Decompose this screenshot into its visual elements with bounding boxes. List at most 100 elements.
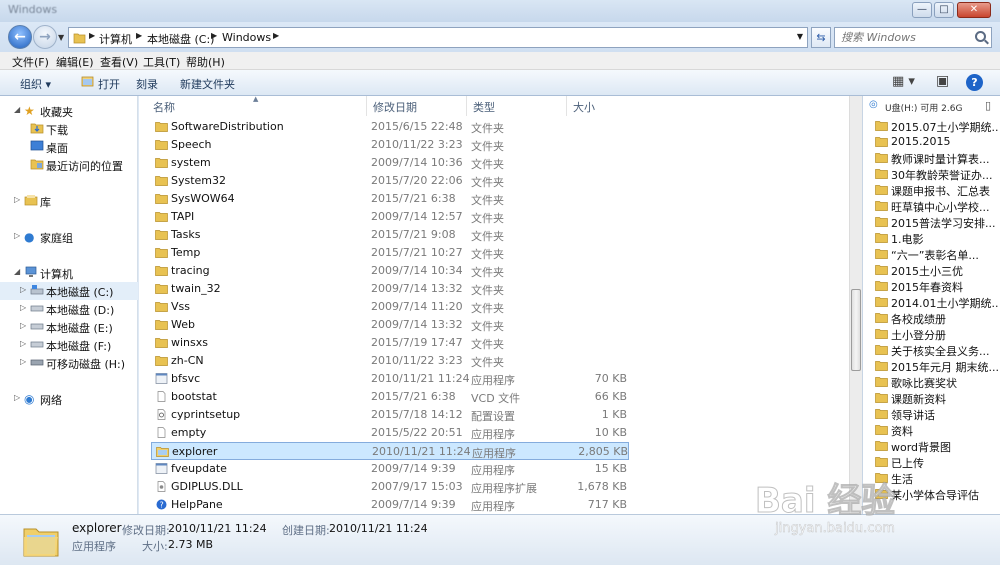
usb-folder-item[interactable]: 2014.01土小学期统... (873, 294, 999, 310)
usb-folder-item[interactable]: 教师课时量计算表... (873, 150, 999, 166)
usb-folder-item[interactable]: 课题新资料 (873, 390, 999, 406)
file-row[interactable]: SoftwareDistribution 2015/6/15 22:48 文件夹 (151, 118, 629, 136)
back-button[interactable]: ← (8, 25, 32, 49)
file-row[interactable]: bfsvc 2010/11/21 11:24 应用程序 70 KB (151, 370, 629, 388)
search-icon[interactable] (975, 31, 986, 42)
usb-folder-item[interactable]: 已上传 (873, 454, 999, 470)
collapse-icon[interactable]: ◢ (14, 267, 20, 276)
nav-drive-e[interactable]: ▷ 本地磁盘 (E:) (0, 318, 138, 336)
usb-folder-item[interactable]: 2015.07土小学期统... (873, 118, 999, 134)
usb-folder-item[interactable]: “六一”表彰名单... (873, 246, 999, 262)
file-row[interactable]: tracing 2009/7/14 10:34 文件夹 (151, 262, 629, 280)
file-row[interactable]: explorer 2010/11/21 11:24 应用程序 2,805 KB (151, 442, 629, 460)
breadcrumb-separator-icon[interactable]: ▶ (211, 31, 217, 40)
file-list-scrollbar[interactable] (849, 96, 862, 514)
file-row[interactable]: TAPI 2009/7/14 12:57 文件夹 (151, 208, 629, 226)
file-row[interactable]: Vss 2009/7/14 11:20 文件夹 (151, 298, 629, 316)
breadcrumb-drive-c[interactable]: 本地磁盘 (C:) (147, 31, 214, 47)
file-row[interactable]: System32 2015/7/20 22:06 文件夹 (151, 172, 629, 190)
nav-item-desktop[interactable]: 桌面 (0, 138, 138, 156)
nav-drive-h[interactable]: ▷ 可移动磁盘 (H:) (0, 354, 138, 372)
usb-folder-item[interactable]: 2015.2015 (873, 134, 999, 150)
file-row[interactable]: system 2009/7/14 10:36 文件夹 (151, 154, 629, 172)
menu-help[interactable]: 帮助(H) (186, 54, 225, 70)
expand-icon[interactable]: ▷ (20, 339, 26, 348)
usb-folder-item[interactable]: 2015普法学习安排... (873, 214, 999, 230)
usb-folder-item[interactable]: 2015土小三优 (873, 262, 999, 278)
expand-icon[interactable]: ▷ (20, 285, 26, 294)
nav-computer[interactable]: ◢ 计算机 (0, 264, 138, 282)
address-bar[interactable]: ▶ 计算机 ▶ 本地磁盘 (C:) ▶ Windows ▶ ▼ (68, 27, 808, 48)
usb-folder-item[interactable]: 领导讲话 (873, 406, 999, 422)
usb-folder-item[interactable]: 30年教龄荣誉证办... (873, 166, 999, 182)
usb-folder-item[interactable]: 土小登分册 (873, 326, 999, 342)
usb-folder-item[interactable]: 歌咏比赛奖状 (873, 374, 999, 390)
nav-item-recent-places[interactable]: 最近访问的位置 (0, 156, 138, 174)
nav-favorites[interactable]: ◢ ★ 收藏夹 (0, 102, 138, 120)
close-button[interactable]: ✕ (957, 2, 991, 18)
nav-homegroup[interactable]: ▷ ● 家庭组 (0, 228, 138, 246)
usb-folder-item[interactable]: 2015年元月 期末统... (873, 358, 999, 374)
open-button[interactable]: 打开 (98, 76, 120, 92)
file-row[interactable]: empty 2015/5/22 20:51 应用程序 10 KB (151, 424, 629, 442)
file-row[interactable]: twain_32 2009/7/14 13:32 文件夹 (151, 280, 629, 298)
usb-folder-item[interactable]: 生活 (873, 470, 999, 486)
breadcrumb-windows[interactable]: Windows (222, 31, 271, 44)
file-row[interactable]: Temp 2015/7/21 10:27 文件夹 (151, 244, 629, 262)
search-input[interactable] (835, 28, 965, 47)
refresh-button[interactable]: ⇆ (811, 27, 831, 48)
usb-folder-item[interactable]: 课题申报书、汇总表 (873, 182, 999, 198)
menu-tools[interactable]: 工具(T) (143, 54, 180, 70)
nav-drive-c[interactable]: ▷ 本地磁盘 (C:) (0, 282, 138, 300)
usb-folder-item[interactable]: 资料 (873, 422, 999, 438)
column-header-date[interactable]: 修改日期 (367, 96, 467, 116)
expand-icon[interactable]: ▷ (14, 231, 20, 240)
breadcrumb-computer[interactable]: 计算机 (99, 31, 132, 47)
expand-icon[interactable]: ▷ (14, 393, 20, 402)
file-row[interactable]: fveupdate 2009/7/14 9:39 应用程序 15 KB (151, 460, 629, 478)
nav-network[interactable]: ▷ ◉ 网络 (0, 390, 138, 408)
address-dropdown-icon[interactable]: ▼ (797, 32, 803, 41)
menu-view[interactable]: 查看(V) (100, 54, 138, 70)
usb-folder-item[interactable]: 某小学体合导评估 (873, 486, 999, 502)
expand-icon[interactable]: ▷ (14, 195, 20, 204)
file-row[interactable]: cyprintsetup 2015/7/18 14:12 配置设置 1 KB (151, 406, 629, 424)
nav-libraries[interactable]: ▷ 库 (0, 192, 138, 210)
view-options-icon[interactable]: ▦ ▾ (892, 74, 915, 89)
breadcrumb-separator-icon[interactable]: ▶ (273, 31, 279, 40)
menu-edit[interactable]: 编辑(E) (56, 54, 94, 70)
collapse-icon[interactable]: ◢ (14, 105, 20, 114)
new-folder-button[interactable]: 新建文件夹 (180, 76, 235, 92)
usb-folder-item[interactable]: 旺草镇中心小学校... (873, 198, 999, 214)
expand-icon[interactable]: ▷ (20, 321, 26, 330)
usb-folder-item[interactable]: word背景图 (873, 438, 999, 454)
nav-drive-d[interactable]: ▷ 本地磁盘 (D:) (0, 300, 138, 318)
maximize-button[interactable]: □ (934, 2, 954, 18)
file-row[interactable]: winsxs 2015/7/19 17:47 文件夹 (151, 334, 629, 352)
breadcrumb-separator-icon[interactable]: ▶ (136, 31, 142, 40)
file-row[interactable]: bootstat 2015/7/21 6:38 VCD 文件 66 KB (151, 388, 629, 406)
expand-icon[interactable]: ▷ (20, 357, 26, 366)
forward-button[interactable]: → (33, 25, 57, 49)
file-row[interactable]: Tasks 2015/7/21 9:08 文件夹 (151, 226, 629, 244)
menu-file[interactable]: 文件(F) (12, 54, 49, 70)
file-row[interactable]: ? HelpPane 2009/7/14 9:39 应用程序 717 KB (151, 496, 629, 514)
breadcrumb-separator-icon[interactable]: ▶ (89, 31, 95, 40)
file-row[interactable]: Web 2009/7/14 13:32 文件夹 (151, 316, 629, 334)
preview-pane-icon[interactable]: ▣ (936, 73, 949, 89)
file-row[interactable]: zh-CN 2010/11/22 3:23 文件夹 (151, 352, 629, 370)
expand-icon[interactable]: ▷ (20, 303, 26, 312)
usb-folder-item[interactable]: 2015年春资料 (873, 278, 999, 294)
usb-folder-item[interactable]: 1.电影 (873, 230, 999, 246)
usb-folder-item[interactable]: 各校成绩册 (873, 310, 999, 326)
burn-button[interactable]: 刻录 (136, 76, 158, 92)
nav-item-downloads[interactable]: 下载 (0, 120, 138, 138)
file-row[interactable]: Speech 2010/11/22 3:23 文件夹 (151, 136, 629, 154)
file-row[interactable]: SysWOW64 2015/7/21 6:38 文件夹 (151, 190, 629, 208)
nav-drive-f[interactable]: ▷ 本地磁盘 (F:) (0, 336, 138, 354)
scrollbar-thumb[interactable] (851, 289, 861, 371)
file-row[interactable]: GDIPLUS.DLL 2007/9/17 15:03 应用程序扩展 1,678… (151, 478, 629, 496)
organize-button[interactable]: 组织 ▾ (20, 76, 51, 92)
minimize-button[interactable]: — (912, 2, 932, 18)
usb-folder-item[interactable]: 关于核实全县义务... (873, 342, 999, 358)
